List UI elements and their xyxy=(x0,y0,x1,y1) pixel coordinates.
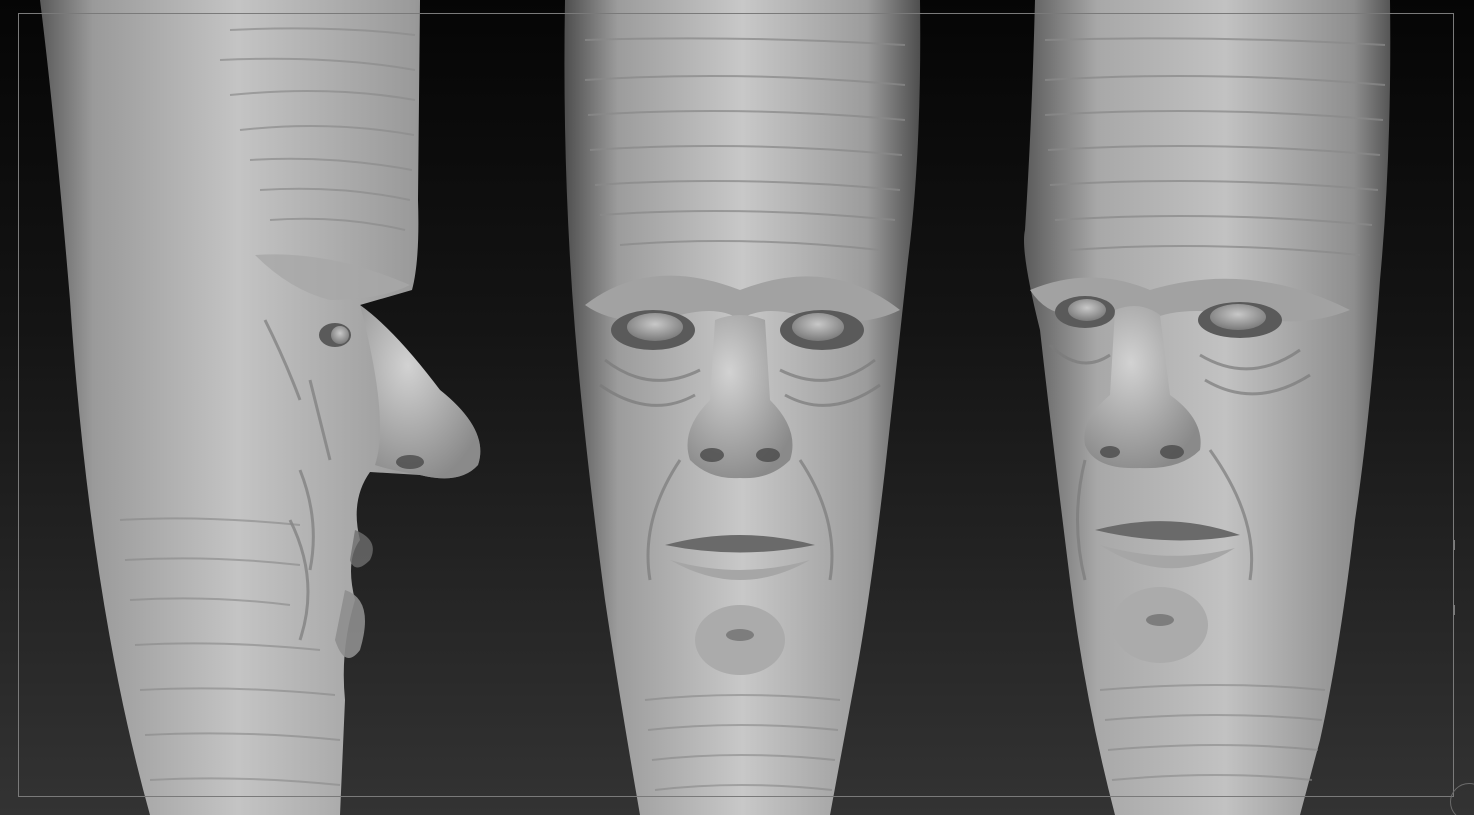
three-quarter-view-head[interactable] xyxy=(1024,0,1391,815)
sculpt-scene xyxy=(40,0,1391,815)
frame-tick xyxy=(1454,540,1455,550)
front-view-head[interactable] xyxy=(564,0,921,815)
frame-tick xyxy=(1454,605,1455,615)
side-profile-head[interactable] xyxy=(40,0,481,815)
sculpt-viewport[interactable] xyxy=(0,0,1474,815)
